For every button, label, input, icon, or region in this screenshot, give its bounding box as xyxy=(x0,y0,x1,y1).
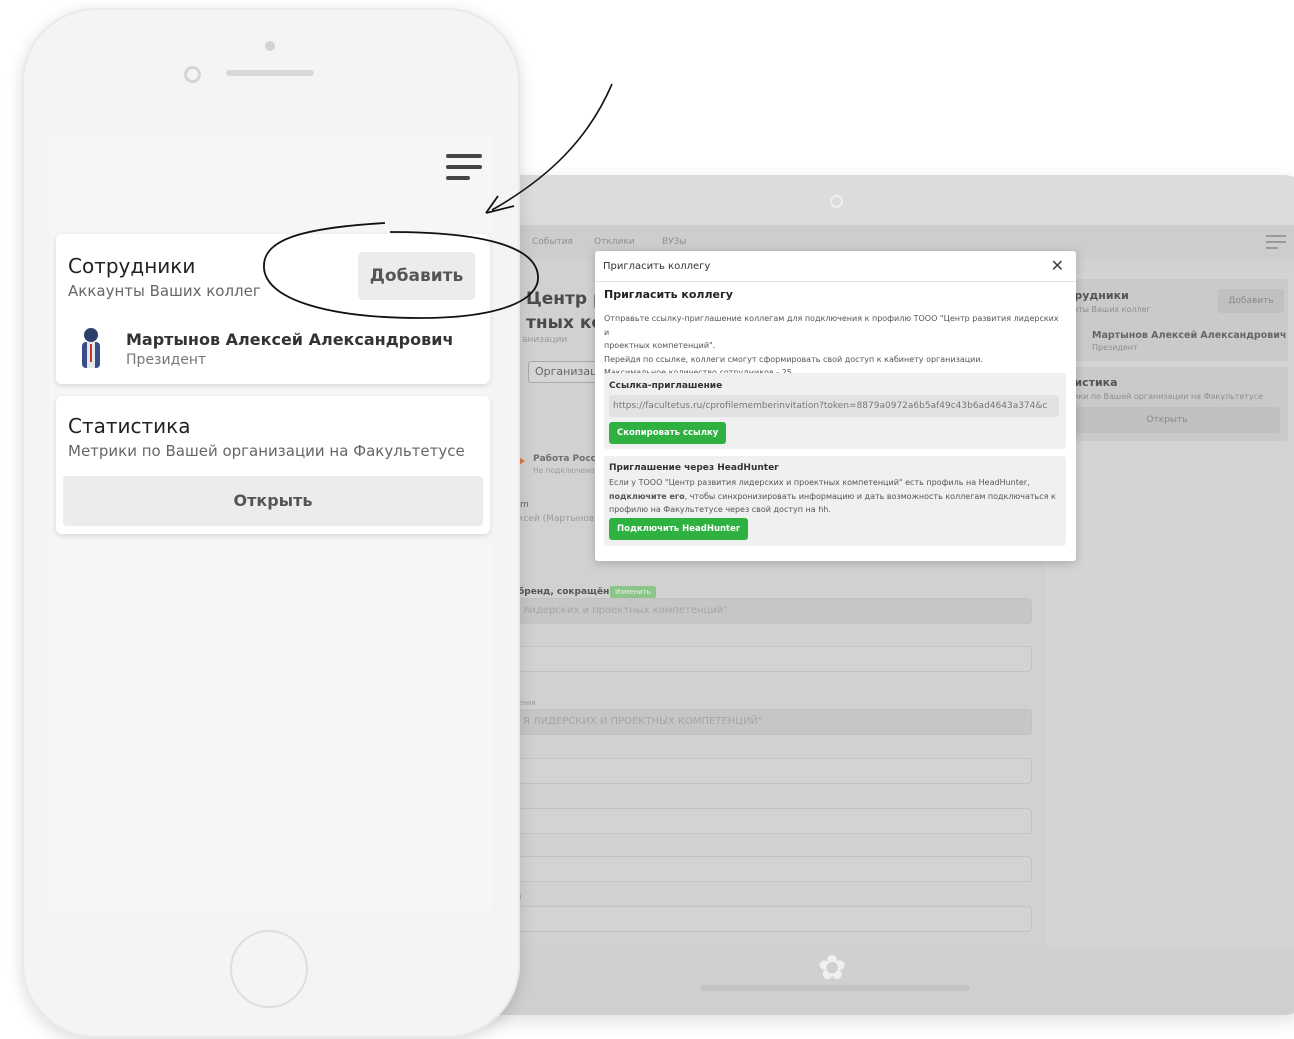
employees-card: трудники унты Ваших коллег Добавить Март… xyxy=(1046,279,1288,361)
employees-subtitle: унты Ваших коллег xyxy=(1068,305,1151,314)
modal-description: Отправьте ссылку-приглашение коллегам дл… xyxy=(604,314,1059,377)
open-stats-button[interactable]: Открыть xyxy=(63,476,483,526)
modal-title: Пригласить коллегу xyxy=(604,288,733,301)
invite-link-field[interactable]: https://facultetus.ru/cprofilememberinvi… xyxy=(609,395,1059,417)
menu-icon[interactable] xyxy=(446,154,482,187)
laptop-camera xyxy=(830,195,843,208)
empty-field[interactable] xyxy=(518,758,1032,784)
modal-header-title: Пригласить коллегу xyxy=(603,261,711,272)
open-stats-button[interactable]: Открыть xyxy=(1054,407,1280,433)
stats-subtitle: Метрики по Вашей организации на Факульте… xyxy=(68,442,465,460)
empty-field[interactable] xyxy=(518,808,1032,834)
headhunter-text: Если у ТООО "Центр развития лидерских и … xyxy=(609,478,1056,514)
empty-field[interactable] xyxy=(518,906,1032,932)
menu-icon[interactable] xyxy=(1266,235,1286,253)
employee-name: Мартынов Алексей Александрович xyxy=(126,330,454,349)
naming-label: ения xyxy=(518,699,536,707)
phone-speaker xyxy=(226,70,314,76)
stats-title: Статистика xyxy=(68,414,191,438)
modal-header: Пригласить коллегу ✕ xyxy=(595,251,1076,282)
phone-sensor xyxy=(265,41,275,51)
work-russia-label: Работа Росси xyxy=(533,454,603,464)
invite-modal: Пригласить коллегу ✕ Пригласить коллегу … xyxy=(595,251,1076,561)
employees-subtitle: Аккаунты Ваших коллег xyxy=(68,282,261,300)
employees-title: трудники xyxy=(1068,289,1129,302)
section-letter: m xyxy=(520,500,529,510)
right-sidebar: трудники унты Ваших коллег Добавить Март… xyxy=(1046,273,1294,947)
employee-role: Президент xyxy=(1092,343,1138,352)
empty-field[interactable] xyxy=(518,646,1032,672)
connect-headhunter-button[interactable]: Подключить HeadHunter xyxy=(609,518,749,540)
org-subtitle: анизации xyxy=(522,335,568,345)
add-employee-button[interactable]: Добавить xyxy=(358,252,475,300)
nav-item-universities[interactable]: ВУЗы xyxy=(662,237,687,247)
laptop-stand xyxy=(700,985,970,991)
brand-logo-icon: ✿ xyxy=(818,948,847,988)
stats-card: тистика рики по Вашей организации на Фак… xyxy=(1046,367,1288,441)
add-employee-button[interactable]: Добавить xyxy=(1218,289,1284,313)
faded-person: ксей (Мартынов А xyxy=(518,514,604,524)
copy-link-button[interactable]: Скопировать ссылку xyxy=(609,422,727,444)
stats-subtitle: рики по Вашей организации на Факультетус… xyxy=(1068,392,1264,401)
nav-item-events[interactable]: События xyxy=(532,237,573,247)
employee-role: Президент xyxy=(126,352,207,368)
not-connected-label: Не подключено xyxy=(533,466,595,475)
employees-title: Сотрудники xyxy=(68,254,196,278)
invite-link-title: Ссылка-приглашение xyxy=(609,381,723,391)
employees-card: Сотрудники Аккаунты Ваших коллег Добавит… xyxy=(56,234,490,384)
change-button[interactable]: Изменить xyxy=(610,586,656,598)
avatar xyxy=(82,328,100,368)
invite-link-block: Ссылка-приглашение https://facultetus.ru… xyxy=(604,373,1066,449)
naming-field[interactable]: Я ЛИДЕРСКИХ И ПРОЕКТНЫХ КОМПЕТЕНЦИЙ" xyxy=(518,709,1032,735)
stats-card: Статистика Метрики по Вашей организации … xyxy=(56,396,490,534)
employee-name: Мартынов Алексей Александрович xyxy=(1092,330,1287,341)
home-button[interactable] xyxy=(230,930,308,1008)
phone-camera xyxy=(184,66,201,83)
close-icon[interactable]: ✕ xyxy=(1051,256,1064,275)
headhunter-block: Приглашение через HeadHunter Если у ТООО… xyxy=(604,456,1066,546)
empty-field[interactable] xyxy=(518,856,1032,882)
brand-field[interactable]: лидерских и проектных компетенций" xyxy=(518,598,1032,624)
headhunter-title: Приглашение через HeadHunter xyxy=(609,463,779,473)
nav-item-responses[interactable]: Отклики xyxy=(594,237,635,247)
